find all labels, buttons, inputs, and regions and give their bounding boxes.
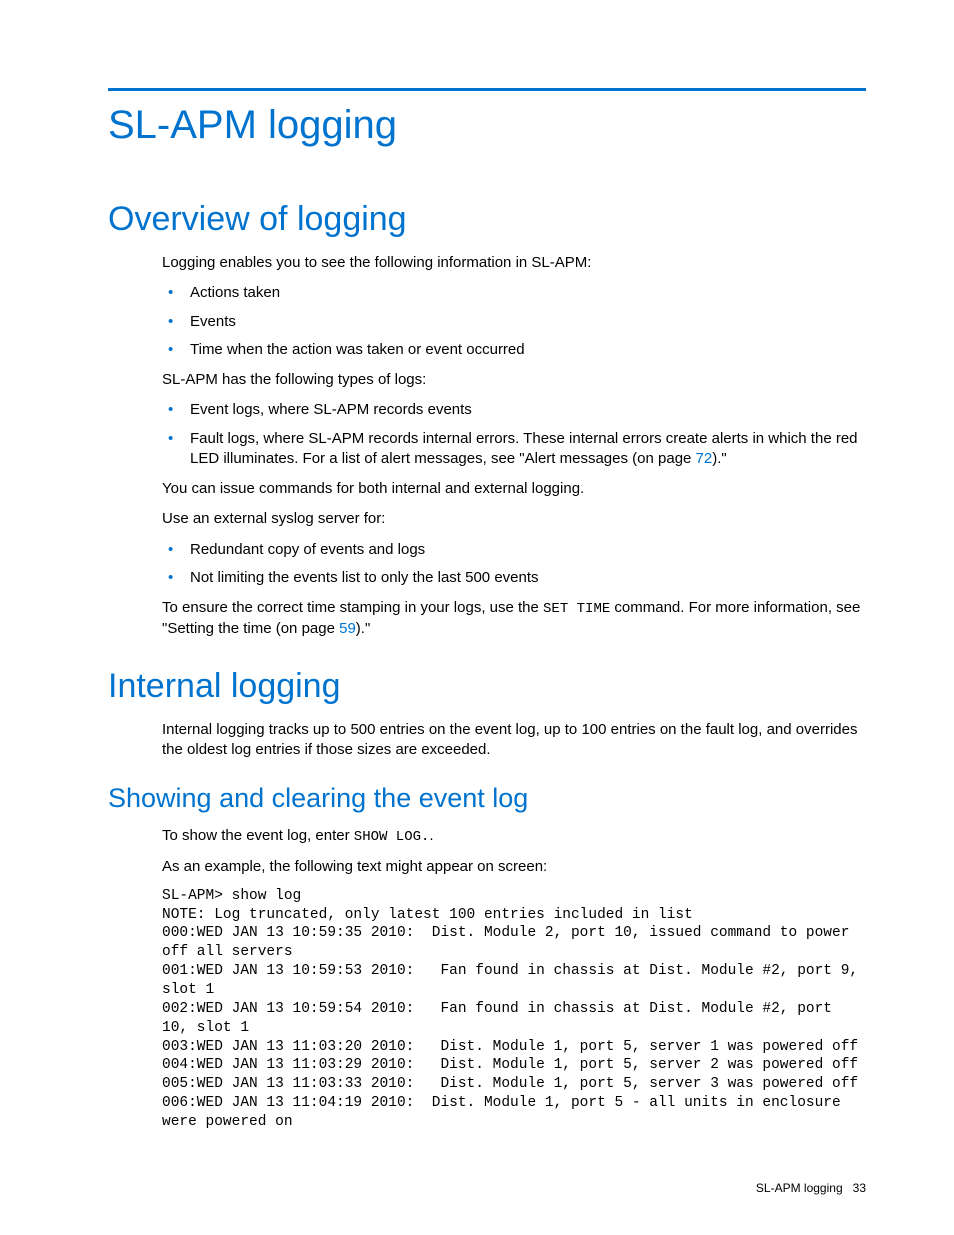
overview-body: Logging enables you to see the following… xyxy=(162,253,866,639)
showclear-p1: To show the event log, enter SHOW LOG.. xyxy=(162,826,866,847)
list-item: Actions taken xyxy=(190,283,866,303)
overview-intro: Logging enables you to see the following… xyxy=(162,253,866,273)
footer-label: SL-APM logging xyxy=(756,1181,843,1195)
xref-setting-time[interactable]: 59 xyxy=(339,620,356,637)
section-internal-title: Internal logging xyxy=(108,667,866,706)
chapter-title: SL-APM logging xyxy=(108,103,866,148)
page: SL-APM logging Overview of logging Loggi… xyxy=(0,0,954,1235)
showclear-p2: As an example, the following text might … xyxy=(162,857,866,877)
inline-code: SHOW LOG. xyxy=(354,829,430,845)
list-item: Event logs, where SL-APM records events xyxy=(190,400,866,420)
internal-p1: Internal logging tracks up to 500 entrie… xyxy=(162,720,866,761)
list-item: Time when the action was taken or event … xyxy=(190,340,866,360)
xref-alert-messages[interactable]: 72 xyxy=(696,450,713,467)
overview-list1: Actions taken Events Time when the actio… xyxy=(162,283,866,360)
overview-p2: SL-APM has the following types of logs: xyxy=(162,370,866,390)
text: . xyxy=(429,827,433,844)
code-block: SL-APM> show log NOTE: Log truncated, on… xyxy=(162,887,866,1132)
list-item: Fault logs, where SL-APM records interna… xyxy=(190,429,866,470)
inline-code: SET TIME xyxy=(543,601,610,617)
footer: SL-APM logging 33 xyxy=(756,1181,866,1195)
list-item: Events xyxy=(190,312,866,332)
overview-list3: Redundant copy of events and logs Not li… xyxy=(162,540,866,589)
section-showclear-title: Showing and clearing the event log xyxy=(108,783,866,814)
overview-list2: Event logs, where SL-APM records events … xyxy=(162,400,866,469)
text: To show the event log, enter xyxy=(162,827,354,844)
showclear-body: To show the event log, enter SHOW LOG.. … xyxy=(162,826,866,1132)
overview-p5: To ensure the correct time stamping in y… xyxy=(162,598,866,639)
overview-p4: Use an external syslog server for: xyxy=(162,509,866,529)
internal-body: Internal logging tracks up to 500 entrie… xyxy=(162,720,866,761)
overview-p3: You can issue commands for both internal… xyxy=(162,479,866,499)
list-item: Redundant copy of events and logs xyxy=(190,540,866,560)
text: Fault logs, where SL-APM records interna… xyxy=(190,430,858,467)
section-overview-title: Overview of logging xyxy=(108,200,866,239)
text: )." xyxy=(712,450,727,467)
text: To ensure the correct time stamping in y… xyxy=(162,599,543,616)
text: )." xyxy=(356,620,371,637)
list-item: Not limiting the events list to only the… xyxy=(190,568,866,588)
footer-pagenum: 33 xyxy=(853,1181,866,1195)
top-rule xyxy=(108,88,866,91)
